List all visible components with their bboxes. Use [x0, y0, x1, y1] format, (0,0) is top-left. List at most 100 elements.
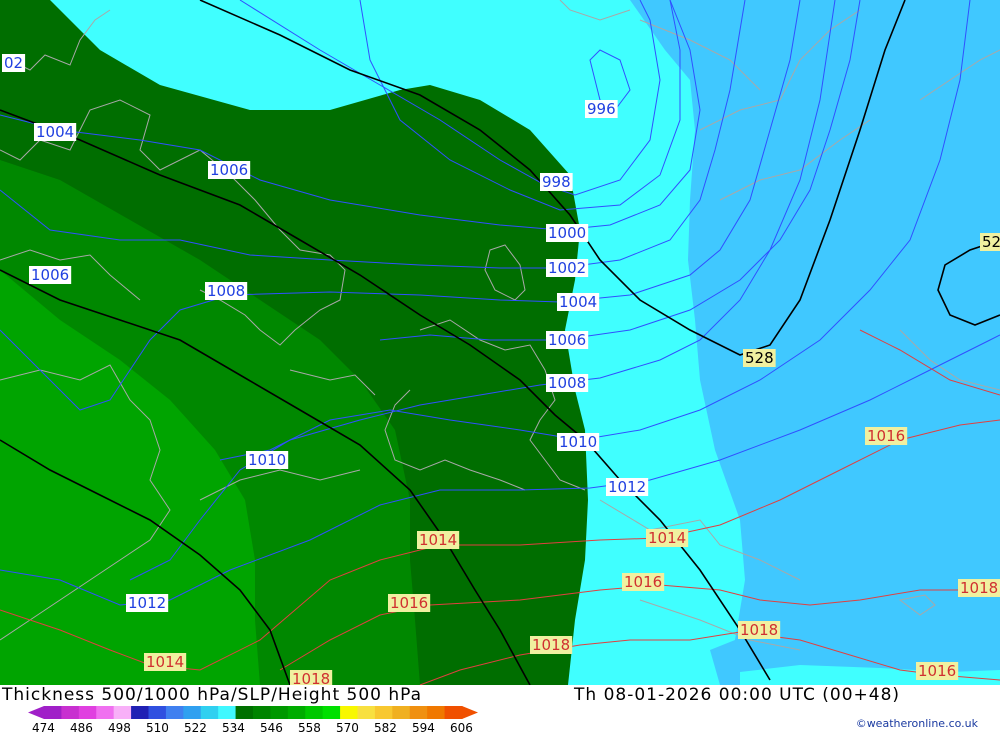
svg-text:1016: 1016 [867, 427, 905, 445]
legend-tick-label: 594 [412, 721, 435, 733]
svg-text:528: 528 [745, 349, 774, 367]
svg-text:1006: 1006 [31, 266, 69, 284]
contour-label-slp-1012-west: 1012 [126, 594, 169, 612]
forecast-datetime: Th 08-01-2026 00:00 UTC (00+48) [574, 685, 901, 705]
contour-label-hgt-528: 528 [743, 349, 776, 367]
legend-tick-label: 510 [146, 721, 169, 733]
map-panel[interactable]: 02 1004 1006 1006 1008 1010 1012 1014 1018 1016 10… [0, 0, 1000, 685]
svg-text:52: 52 [982, 233, 1000, 251]
svg-text:1004: 1004 [559, 293, 597, 311]
contour-label-slp-996: 996 [585, 100, 618, 118]
legend-swatch [44, 706, 62, 719]
legend-swatch [253, 706, 271, 719]
svg-text:1018: 1018 [960, 579, 998, 597]
legend-tick-label: 522 [184, 721, 207, 733]
legend-swatch [200, 706, 219, 719]
weather-map[interactable]: 02 1004 1006 1006 1008 1010 1012 1014 1018 1016 10… [0, 0, 1000, 685]
contour-label-slp-1018-central: 1018 [530, 636, 573, 654]
svg-text:1008: 1008 [207, 282, 245, 300]
legend-tick-label: 534 [222, 721, 245, 733]
svg-text:1010: 1010 [559, 433, 597, 451]
svg-text:1000: 1000 [548, 224, 586, 242]
thickness-legend: 474 486 498 510 522 534 546 558 570 582 594 606 [28, 706, 478, 733]
contour-label-slp-1002: 1002 [546, 259, 589, 277]
contour-label-slp-1016-east: 1016 [622, 573, 665, 591]
svg-text:1018: 1018 [292, 670, 330, 685]
contour-label-slp-1004-west: 1004 [34, 123, 77, 141]
legend-swatch [235, 706, 254, 719]
legend-swatch [165, 706, 184, 719]
contour-label-slp-1014-central: 1014 [417, 531, 460, 549]
credit-link[interactable]: ©weatheronline.co.uk [856, 717, 978, 730]
contour-label-slp-1010: 1010 [557, 433, 600, 451]
map-title: Thickness 500/1000 hPa/SLP/Height 500 hP… [2, 685, 423, 705]
contour-label-slp-1004: 1004 [557, 293, 600, 311]
legend-swatch [322, 706, 341, 719]
svg-text:1014: 1014 [648, 529, 686, 547]
svg-text:1018: 1018 [532, 636, 570, 654]
svg-text:1004: 1004 [36, 123, 74, 141]
legend-tick-label: 570 [336, 721, 359, 733]
contour-label-slp-1002-edge: 02 [2, 54, 26, 72]
legend-swatch [392, 706, 411, 719]
contour-label-slp-1000: 1000 [546, 224, 589, 242]
legend-swatch [61, 706, 80, 719]
legend-swatch [287, 706, 306, 719]
svg-text:02: 02 [4, 54, 23, 72]
svg-text:1008: 1008 [548, 374, 586, 392]
contour-label-slp-1014-west: 1014 [144, 653, 187, 671]
legend-tick-label: 474 [32, 721, 55, 733]
legend-arrow-left [28, 706, 44, 719]
contour-label-hgt-52-edge: 52 [980, 233, 1000, 251]
svg-text:1010: 1010 [248, 451, 286, 469]
legend-tick-label: 558 [298, 721, 321, 733]
svg-text:1012: 1012 [128, 594, 166, 612]
legend-swatch [148, 706, 167, 719]
contour-label-slp-1014-east: 1014 [646, 529, 689, 547]
contour-label-slp-1016-far-east: 1016 [865, 427, 908, 445]
legend-swatch [357, 706, 376, 719]
legend-swatch [427, 706, 446, 719]
svg-text:1006: 1006 [210, 161, 248, 179]
legend-swatch [340, 706, 358, 719]
svg-text:1016: 1016 [624, 573, 662, 591]
contour-label-slp-1006-west: 1006 [29, 266, 72, 284]
legend-swatch [131, 706, 149, 719]
contour-label-slp-1006-north: 1006 [208, 161, 251, 179]
contour-label-slp-1008: 1008 [546, 374, 589, 392]
contour-label-slp-1006: 1006 [546, 331, 589, 349]
contour-label-slp-1018-far-east: 1018 [958, 579, 1000, 597]
legend-swatch [444, 706, 463, 719]
legend-swatch [270, 706, 289, 719]
legend-swatch [78, 706, 97, 719]
contour-label-slp-1018-south: 1018 [290, 670, 333, 685]
legend-tick-label: 486 [70, 721, 93, 733]
contour-label-slp-998: 998 [540, 173, 573, 191]
legend-swatch [305, 706, 324, 719]
svg-text:1002: 1002 [548, 259, 586, 277]
svg-text:1014: 1014 [419, 531, 457, 549]
legend-swatch [218, 706, 237, 719]
legend-swatch [113, 706, 132, 719]
contour-label-slp-1018-east: 1018 [738, 621, 781, 639]
svg-text:1006: 1006 [548, 331, 586, 349]
legend-tick-label: 582 [374, 721, 397, 733]
legend-tick-label: 546 [260, 721, 283, 733]
legend-swatch [183, 706, 202, 719]
contour-label-slp-1016-central: 1016 [388, 594, 431, 612]
svg-text:1016: 1016 [918, 662, 956, 680]
legend-tick-label: 606 [450, 721, 473, 733]
legend-tick-label: 498 [108, 721, 131, 733]
contour-label-slp-1008-west: 1008 [205, 282, 248, 300]
contour-label-slp-1016-south-east: 1016 [916, 662, 959, 680]
legend-swatch [409, 706, 428, 719]
legend-swatch [96, 706, 115, 719]
contour-label-slp-1010-west: 1010 [246, 451, 289, 469]
legend-swatch [374, 706, 393, 719]
footer: Thickness 500/1000 hPa/SLP/Height 500 hP… [0, 685, 1000, 733]
svg-text:1012: 1012 [608, 478, 646, 496]
svg-text:998: 998 [542, 173, 571, 191]
svg-text:1016: 1016 [390, 594, 428, 612]
legend-arrow-right [462, 706, 478, 719]
svg-text:996: 996 [587, 100, 616, 118]
